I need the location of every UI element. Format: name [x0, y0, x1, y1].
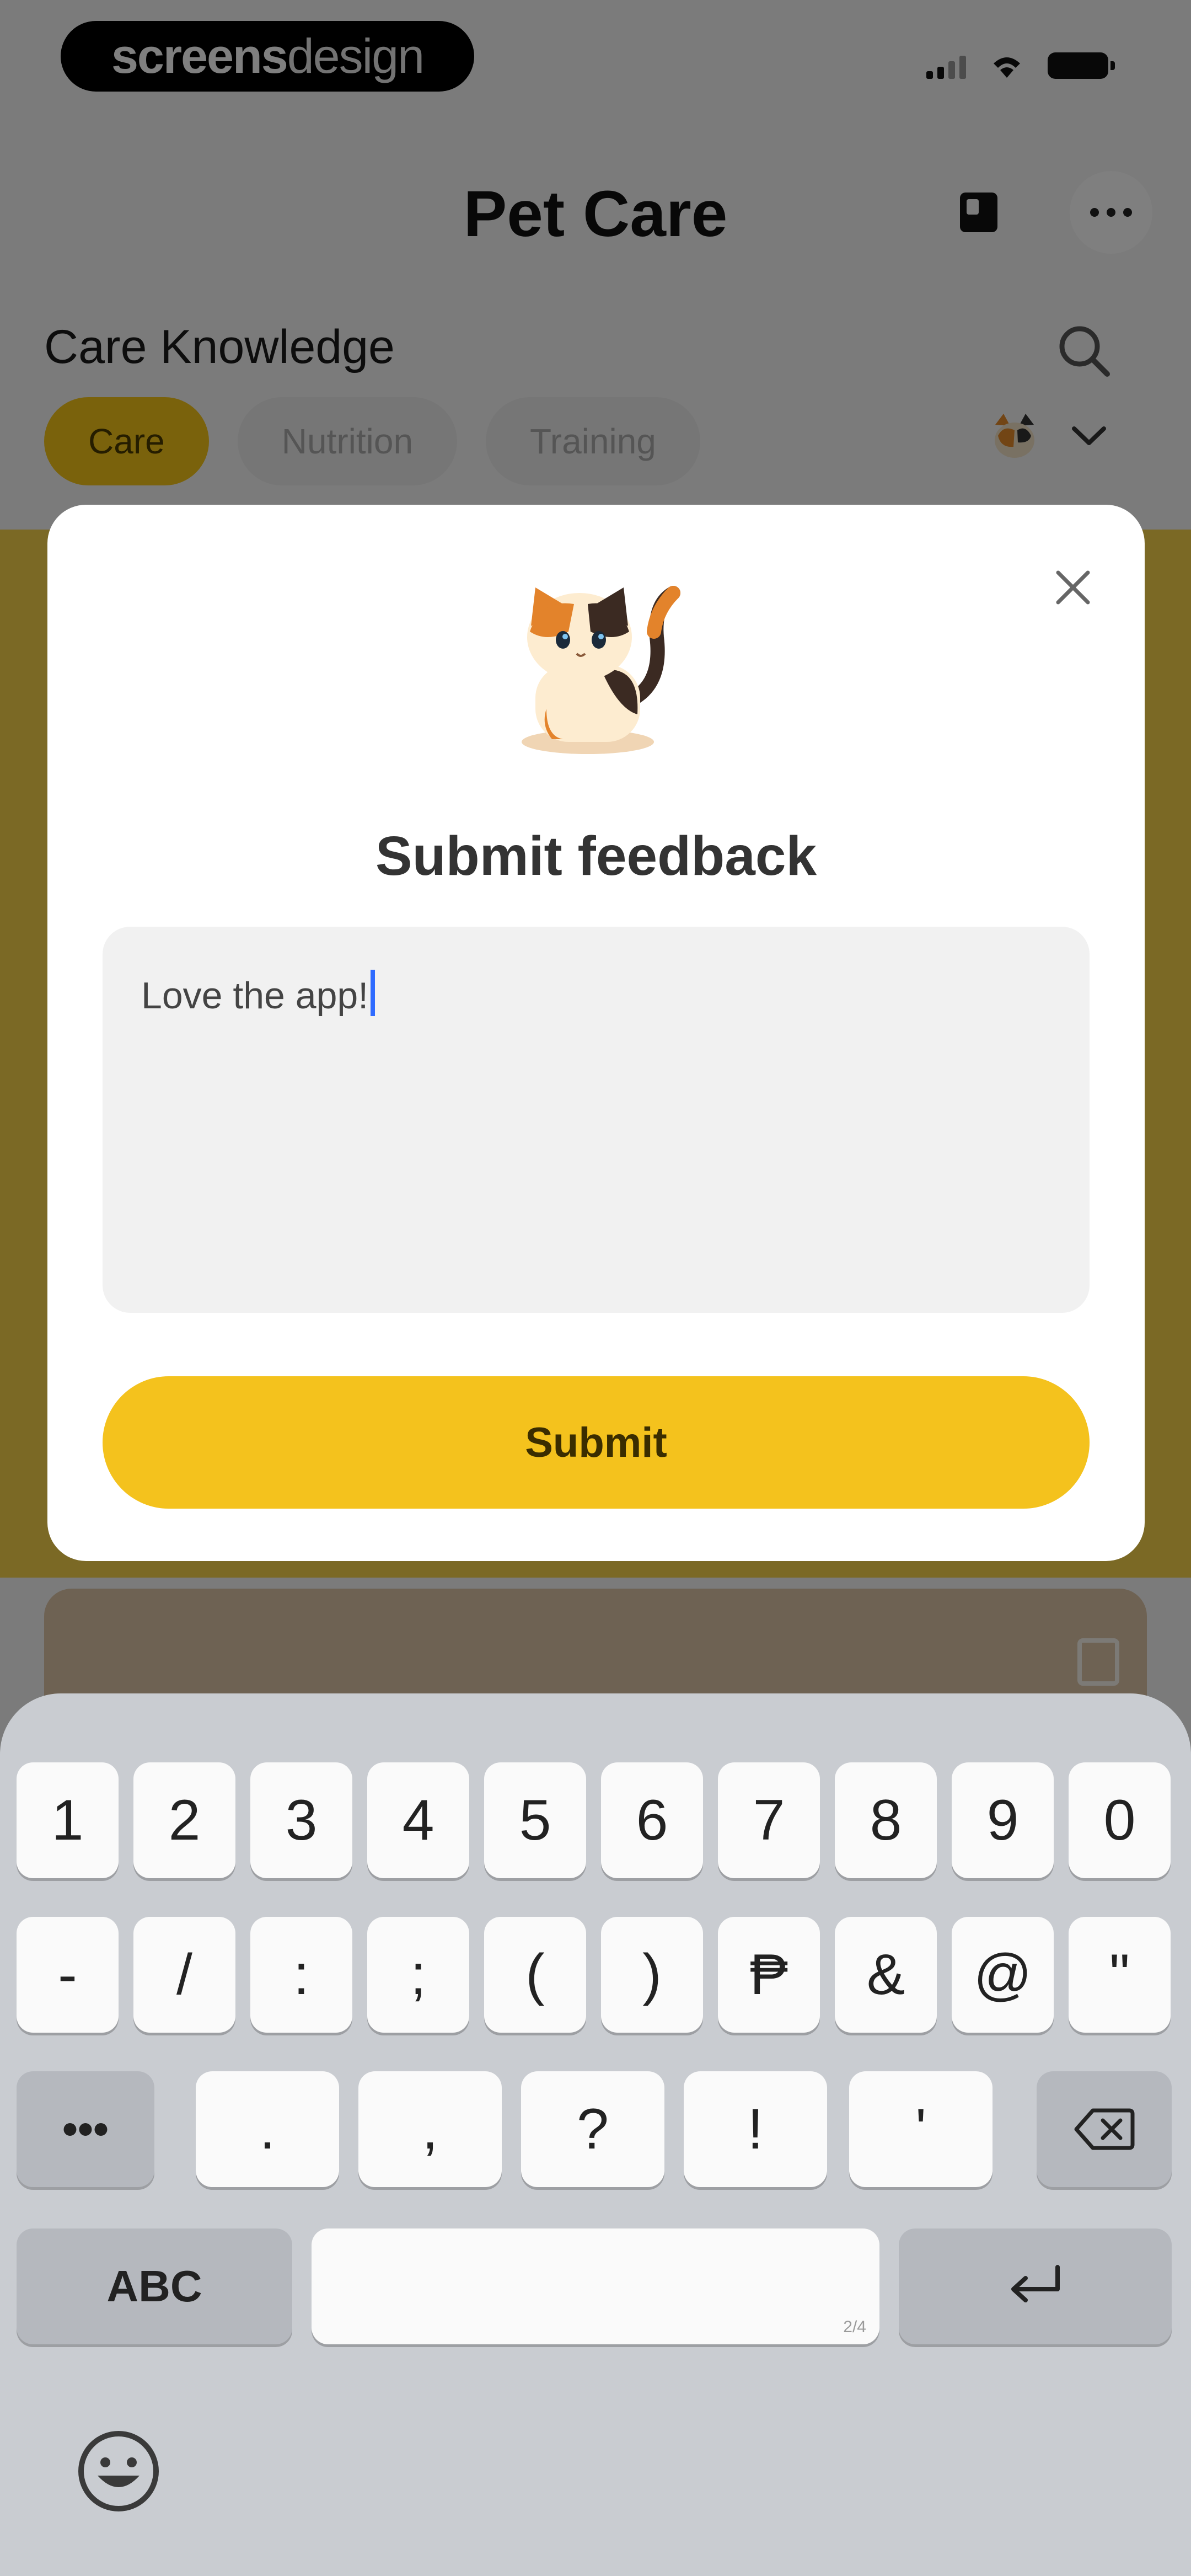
- space-key[interactable]: 2/4: [312, 2228, 879, 2344]
- return-key[interactable]: [899, 2228, 1172, 2344]
- feedback-textarea[interactable]: Love the app!: [103, 927, 1090, 1313]
- feedback-modal: Submit feedback Love the app! Submit: [47, 505, 1145, 1561]
- abc-key[interactable]: ABC: [17, 2228, 292, 2344]
- key-more-symbols[interactable]: •••: [17, 2071, 154, 2187]
- key-0[interactable]: 0: [1069, 1762, 1171, 1878]
- key-hyphen[interactable]: -: [17, 1917, 119, 2033]
- cat-illustration: [522, 586, 680, 754]
- key-peso[interactable]: ₱: [718, 1917, 820, 2033]
- backspace-icon: [1074, 2108, 1134, 2150]
- key-question[interactable]: ?: [521, 2071, 664, 2187]
- key-5[interactable]: 5: [484, 1762, 586, 1878]
- key-quote[interactable]: ": [1069, 1917, 1171, 2033]
- key-close-paren[interactable]: ): [601, 1917, 703, 2033]
- text-caret: [371, 970, 375, 1016]
- space-hint: 2/4: [843, 2318, 866, 2336]
- key-ampersand[interactable]: &: [835, 1917, 937, 2033]
- numeric-keyboard: 1 2 3 4 5 6 7 8 9 0 - / : ; ( ) ₱ & @ " …: [0, 1693, 1191, 2576]
- key-comma[interactable]: ,: [358, 2071, 502, 2187]
- key-period[interactable]: .: [196, 2071, 339, 2187]
- emoji-icon[interactable]: [74, 2427, 163, 2515]
- key-slash[interactable]: /: [133, 1917, 235, 2033]
- key-1[interactable]: 1: [17, 1762, 119, 1878]
- key-9[interactable]: 9: [952, 1762, 1054, 1878]
- return-icon: [1011, 2265, 1060, 2302]
- key-open-paren[interactable]: (: [484, 1917, 586, 2033]
- key-8[interactable]: 8: [835, 1762, 937, 1878]
- backspace-key[interactable]: [1037, 2071, 1172, 2187]
- key-semicolon[interactable]: ;: [367, 1917, 469, 2033]
- app-screen: screensdesign Pet Care Care Knowledge Ca…: [0, 0, 1191, 2576]
- key-3[interactable]: 3: [250, 1762, 352, 1878]
- key-2[interactable]: 2: [133, 1762, 235, 1878]
- key-4[interactable]: 4: [367, 1762, 469, 1878]
- key-6[interactable]: 6: [601, 1762, 703, 1878]
- close-icon[interactable]: [1045, 560, 1101, 615]
- key-7[interactable]: 7: [718, 1762, 820, 1878]
- key-colon[interactable]: :: [250, 1917, 352, 2033]
- key-apostrophe[interactable]: ': [849, 2071, 993, 2187]
- modal-title: Submit feedback: [375, 825, 817, 887]
- submit-button[interactable]: Submit: [103, 1376, 1090, 1509]
- key-exclamation[interactable]: !: [684, 2071, 827, 2187]
- feedback-text: Love the app!: [141, 975, 369, 1017]
- key-at[interactable]: @: [952, 1917, 1054, 2033]
